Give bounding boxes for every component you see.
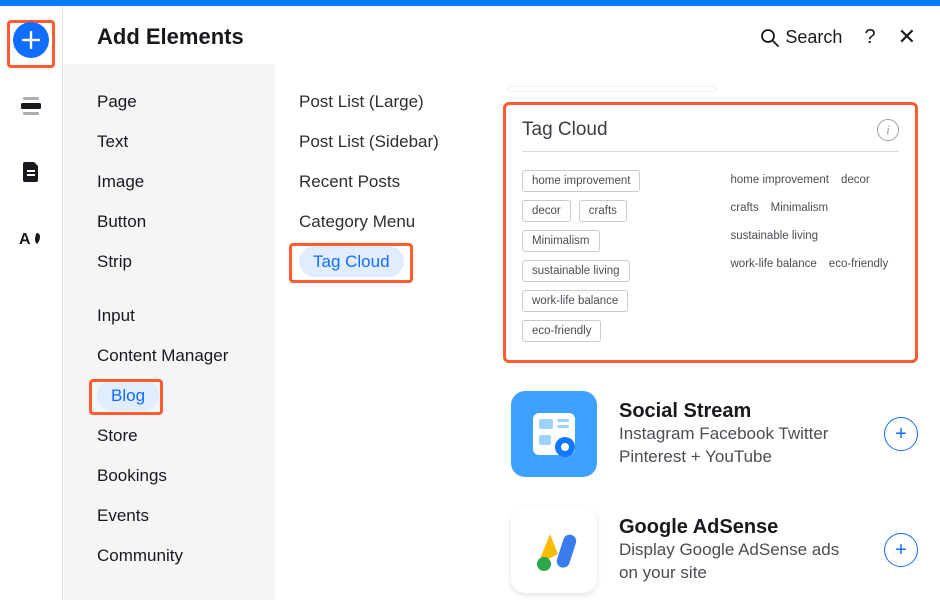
social-icon [511,391,597,477]
category-label: Store [97,426,138,445]
tag[interactable]: eco-friendly [522,320,601,342]
panel-header: Add Elements Search ? ✕ [63,6,940,64]
sections-icon[interactable] [13,88,49,124]
subitem-category-menu[interactable]: Category Menu [275,202,485,242]
app-text: Social StreamInstagram Facebook Twitter … [619,400,862,469]
category-page[interactable]: Page [63,82,275,122]
subcategory-list: Post List (Large) Post List (Sidebar) Rece… [275,64,485,600]
tag-cloud-plain: home improvement decor crafts Minimalism sus… [729,170,900,342]
card-title: Tag Cloud [522,119,608,141]
tag[interactable]: crafts [729,198,761,218]
tag[interactable]: Minimalism [769,198,831,218]
category-store[interactable]: Store [63,416,275,456]
subitem-label: Post List (Sidebar) [299,132,439,151]
category-button[interactable]: Button [63,202,275,242]
tag[interactable]: work-life balance [522,290,628,312]
category-label: Community [97,546,183,565]
app-text: Google AdSenseDisplay Google AdSense ads… [619,516,862,585]
search-label: Search [785,27,842,48]
tag[interactable]: decor [522,200,571,222]
category-label: Blog [97,380,159,411]
info-icon[interactable]: i [877,119,899,141]
tag-cloud-card[interactable]: Tag Cloud i home improvement decor crafts M… [503,102,918,363]
tag[interactable]: Minimalism [522,230,600,252]
collapsed-preview [507,86,717,92]
app-desc: Instagram Facebook Twitter Pinterest + Y… [619,423,862,469]
preview-pane: Tag Cloud i home improvement decor crafts M… [485,64,940,600]
left-rail: A [0,6,62,600]
category-image[interactable]: Image [63,162,275,202]
subitem-label: Tag Cloud [299,246,404,277]
tag[interactable]: home improvement [729,170,831,190]
pages-icon[interactable] [13,154,49,190]
add-app-button[interactable]: + [884,533,918,567]
subitem-tag-cloud[interactable]: Tag Cloud [275,242,485,282]
close-button[interactable]: ✕ [898,24,916,50]
app-name: Social Stream [619,400,862,423]
category-label: Content Manager [97,346,228,365]
app-google-adsense: Google AdSenseDisplay Google AdSense ads… [503,507,918,593]
subitem-label: Post List (Large) [299,92,424,111]
add-app-button[interactable]: + [884,417,918,451]
tag-cloud-boxed: home improvement decor crafts Minimalism sus… [522,170,693,342]
subitem-label: Category Menu [299,212,415,231]
app-name: Google AdSense [619,516,862,539]
panel-title: Add Elements [97,24,244,50]
category-label: Page [97,92,137,111]
help-button[interactable]: ? [864,26,875,49]
tag[interactable]: home improvement [522,170,640,192]
category-community[interactable]: Community [63,536,275,576]
category-label: Strip [97,252,132,271]
tag[interactable]: work-life balance [729,254,819,274]
tag[interactable]: sustainable living [729,226,821,246]
tag[interactable]: decor [839,170,872,190]
category-label: Input [97,306,135,325]
app-desc: Display Google AdSense ads on your site [619,539,862,585]
category-list: Page Text Image Button Strip Input Content Man… [63,64,275,600]
search-icon [760,28,779,47]
category-bookings[interactable]: Bookings [63,456,275,496]
subitem-recent-posts[interactable]: Recent Posts [275,162,485,202]
add-elements-button[interactable] [13,22,49,58]
category-label: Bookings [97,466,167,485]
category-input[interactable]: Input [63,296,275,336]
design-icon[interactable]: A [13,220,49,256]
category-blog[interactable]: Blog [63,376,275,416]
tag[interactable]: sustainable living [522,260,630,282]
app-social-stream: Social StreamInstagram Facebook Twitter … [503,391,918,477]
category-events[interactable]: Events [63,496,275,536]
adsense-icon [511,507,597,593]
category-label: Image [97,172,144,191]
tag[interactable]: eco-friendly [827,254,890,274]
search-button[interactable]: Search [760,27,842,48]
subitem-post-list-sidebar-[interactable]: Post List (Sidebar) [275,122,485,162]
category-strip[interactable]: Strip [63,242,275,282]
subitem-post-list-large-[interactable]: Post List (Large) [275,82,485,122]
subitem-label: Recent Posts [299,172,400,191]
svg-text:A: A [19,231,31,248]
category-label: Text [97,132,128,151]
category-label: Button [97,212,146,231]
category-content-manager[interactable]: Content Manager [63,336,275,376]
category-text[interactable]: Text [63,122,275,162]
tag[interactable]: crafts [579,200,627,222]
category-label: Events [97,506,149,525]
